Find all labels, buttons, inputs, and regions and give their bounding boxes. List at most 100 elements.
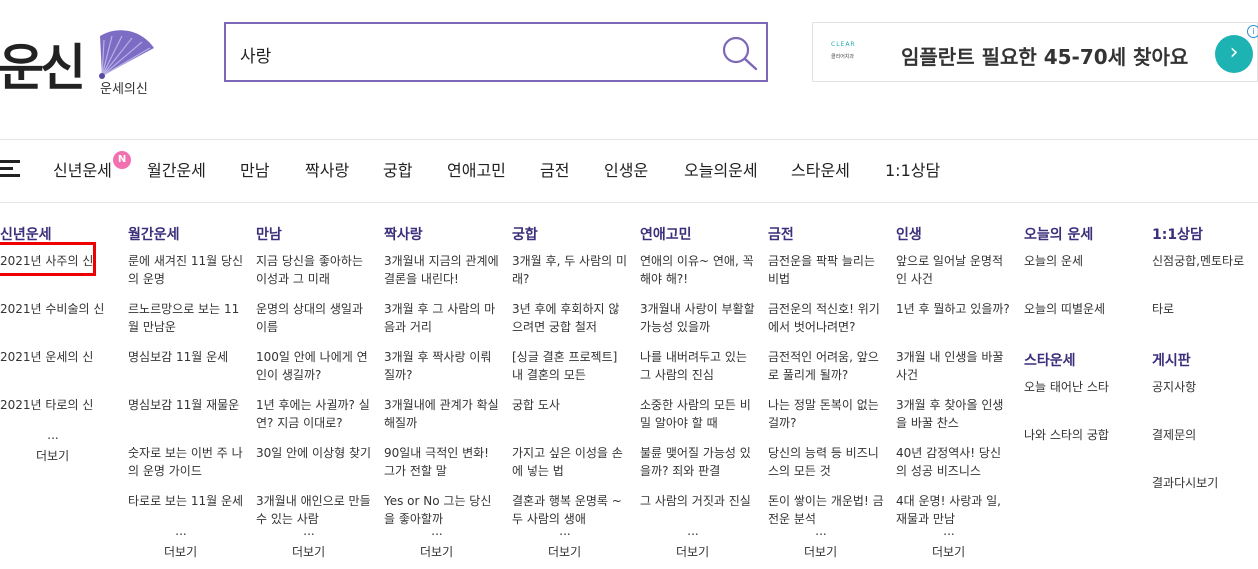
column-title[interactable]: 금전 — [768, 224, 888, 243]
ad-text[interactable]: 임플란트 필요한 45-70세 찾아요 — [901, 41, 1188, 70]
more-link[interactable]: 더보기 — [36, 447, 69, 464]
menu-link[interactable]: 1년 후 뭘하고 있을까? — [896, 300, 1012, 318]
menu-link[interactable]: 당신의 능력 등 비즈니스의 모든 것 — [768, 444, 884, 480]
nav-item-consult[interactable]: 1:1상담 — [885, 157, 940, 181]
site-logo[interactable]: 운신 운세의신 — [0, 20, 170, 102]
menu-link[interactable]: 2021년 운세의 신 — [0, 348, 116, 366]
column-title[interactable]: 궁합 — [512, 224, 632, 243]
nav-item-new-year[interactable]: 신년운세 — [53, 157, 112, 181]
menu-link[interactable]: [싱글 결혼 프로젝트] 내 결혼의 모든 — [512, 348, 628, 384]
menu-link[interactable]: 40년 감정역사! 당신의 성공 비즈니스 — [896, 444, 1012, 480]
menu-link[interactable]: 돈이 쌓이는 개운법! 금전운 분석 — [768, 492, 884, 528]
nav-item-crush[interactable]: 짝사랑 — [305, 157, 349, 181]
menu-link[interactable]: Yes or No 그는 당신을 좋아할까 — [384, 492, 500, 528]
logo-subtitle: 운세의신 — [100, 82, 148, 97]
menu-link[interactable]: 금전적인 어려움, 앞으로 풀리게 될까? — [768, 348, 884, 384]
column-title[interactable]: 월간운세 — [128, 224, 248, 243]
menu-link[interactable]: 3개월 후 찾아올 인생을 바꿀 찬스 — [896, 396, 1012, 432]
menu-link[interactable]: 나를 내버려두고 있는 그 사람의 진심 — [640, 348, 756, 384]
menu-link[interactable]: 타로로 보는 11월 운세 — [128, 492, 244, 510]
nav-item-meeting[interactable]: 만남 — [240, 157, 269, 181]
column-title[interactable]: 만남 — [256, 224, 376, 243]
column-title-star[interactable]: 스타운세 — [1024, 350, 1076, 369]
menu-link[interactable]: 연애의 이유~ 연애, 꼭 해야 해?! — [640, 252, 756, 288]
menu-link[interactable]: 불륜 맺어질 가능성 있을까? 죄와 판결 — [640, 444, 756, 480]
nav-item-compatibility[interactable]: 궁합 — [383, 157, 412, 181]
more-dots: ... — [815, 524, 827, 538]
menu-link[interactable]: 금전운을 팍팍 늘리는 비법 — [768, 252, 884, 288]
info-icon[interactable]: i — [1247, 25, 1258, 38]
menu-link[interactable]: 지금 당신을 좋아하는 이성과 그 미래 — [256, 252, 372, 288]
more-link[interactable]: 더보기 — [420, 543, 453, 560]
search-input[interactable] — [238, 38, 702, 70]
menu-link[interactable]: 3개월 내 인생을 바꿀 사건 — [896, 348, 1012, 384]
more-dots: ... — [943, 524, 955, 538]
menu-link[interactable]: 소중한 사람의 모든 비밀 알아야 할 때 — [640, 396, 756, 432]
column-title-board[interactable]: 게시판 — [1152, 350, 1191, 369]
nav-item-love-worries[interactable]: 연애고민 — [447, 157, 506, 181]
menu-link[interactable]: 나는 정말 돈복이 없는 걸까? — [768, 396, 884, 432]
new-badge: N — [113, 151, 131, 169]
menu-link[interactable]: 2021년 타로의 신 — [0, 396, 116, 414]
menu-link[interactable]: 2021년 수비술의 신 — [0, 300, 116, 318]
menu-link[interactable]: 4대 운명! 사랑과 일, 재물과 만남 — [896, 492, 1012, 528]
menu-link[interactable]: 명심보감 11월 운세 — [128, 348, 244, 366]
column-title[interactable]: 오늘의 운세 — [1024, 224, 1144, 243]
column-title[interactable]: 인생 — [896, 224, 1016, 243]
ad-banner[interactable]: CLEAR 클리어치과 임플란트 필요한 45-70세 찾아요 › i — [812, 22, 1258, 82]
menu-link[interactable]: 3개월내에 관계가 확실해질까 — [384, 396, 500, 432]
menu-link[interactable]: 3개월내 애인으로 만들 수 있는 사람 — [256, 492, 372, 528]
more-link[interactable]: 더보기 — [292, 543, 325, 560]
menu-link[interactable]: 룬에 새겨진 11월 당신의 운명 — [128, 252, 244, 288]
menu-link[interactable]: 명심보감 11월 재물운 — [128, 396, 244, 414]
menu-link[interactable]: 3개월 후, 두 사람의 미래? — [512, 252, 628, 288]
hamburger-menu-icon[interactable] — [0, 160, 20, 177]
menu-link[interactable]: 르노르망으로 보는 11월 만남운 — [128, 300, 244, 336]
column-title[interactable]: 1:1상담 — [1152, 224, 1258, 243]
column-title[interactable]: 연애고민 — [640, 224, 760, 243]
menu-link[interactable]: 결제문의 — [1152, 426, 1258, 444]
more-link[interactable]: 더보기 — [164, 543, 197, 560]
menu-link[interactable]: 100일 안에 나에게 연인이 생길까? — [256, 348, 372, 384]
more-link[interactable]: 더보기 — [548, 543, 581, 560]
menu-link[interactable]: 3개월 후 짝사랑 이뤄질까? — [384, 348, 500, 384]
menu-link[interactable]: 금전운의 적신호! 위기에서 벗어나려면? — [768, 300, 884, 336]
menu-column-today: 오늘의 운세 오늘의 운세 오늘의 띠별운세 스타운세 오늘 태어난 스타 나와… — [1024, 224, 1144, 442]
more-link[interactable]: 더보기 — [676, 543, 709, 560]
menu-link[interactable]: 공지사항 — [1152, 378, 1258, 396]
arrow-right-icon[interactable]: › — [1215, 35, 1253, 73]
menu-link[interactable]: 오늘 태어난 스타 — [1024, 378, 1140, 396]
menu-link[interactable]: 나와 스타의 궁합 — [1024, 426, 1140, 444]
column-title[interactable]: 짝사랑 — [384, 224, 504, 243]
menu-link[interactable]: 그 사람의 거짓과 진실 — [640, 492, 756, 510]
menu-link[interactable]: 오늘의 띠별운세 — [1024, 300, 1140, 318]
menu-link[interactable]: 3개월 후 그 사람의 마음과 거리 — [384, 300, 500, 336]
header-divider — [0, 139, 1258, 140]
menu-link[interactable]: 타로 — [1152, 300, 1258, 318]
menu-link[interactable]: 오늘의 운세 — [1024, 252, 1140, 270]
menu-link[interactable]: 앞으로 일어날 운명적인 사건 — [896, 252, 1012, 288]
nav-item-star[interactable]: 스타운세 — [791, 157, 850, 181]
menu-link[interactable]: 90일내 극적인 변화! 그가 전할 말 — [384, 444, 500, 480]
search-icon[interactable] — [720, 34, 760, 72]
menu-link[interactable]: 가지고 싶은 이성을 손에 넣는 법 — [512, 444, 628, 480]
column-title[interactable]: 신년운세 — [0, 224, 120, 243]
menu-link[interactable]: 궁합 도사 — [512, 396, 628, 414]
more-link[interactable]: 더보기 — [804, 543, 837, 560]
ad-logo-top: CLEAR — [831, 41, 856, 48]
menu-link[interactable]: 1년 후에는 사귈까? 실연? 지금 이대로? — [256, 396, 372, 432]
nav-item-life[interactable]: 인생운 — [604, 157, 648, 181]
more-link[interactable]: 더보기 — [932, 543, 965, 560]
menu-link[interactable]: 결혼과 행복 운명록 ~ 두 사람의 생애 — [512, 492, 628, 528]
menu-link[interactable]: 30일 안에 이상형 찾기 — [256, 444, 372, 462]
menu-link[interactable]: 결과다시보기 — [1152, 474, 1258, 492]
nav-item-monthly[interactable]: 월간운세 — [147, 157, 206, 181]
menu-link[interactable]: 신점궁합,멘토타로 — [1152, 252, 1258, 270]
menu-link[interactable]: 3년 후에 후회하지 않으려면 궁합 철저 — [512, 300, 628, 336]
menu-link[interactable]: 숫자로 보는 이번 주 나의 운명 가이드 — [128, 444, 244, 480]
menu-link[interactable]: 3개월내 사랑이 부활할 가능성 있을까 — [640, 300, 756, 336]
menu-link[interactable]: 3개월내 지금의 관계에 결론을 내린다! — [384, 252, 500, 288]
nav-item-today[interactable]: 오늘의운세 — [684, 157, 758, 181]
nav-item-money[interactable]: 금전 — [540, 157, 569, 181]
menu-link[interactable]: 운명의 상대의 생일과 이름 — [256, 300, 372, 336]
